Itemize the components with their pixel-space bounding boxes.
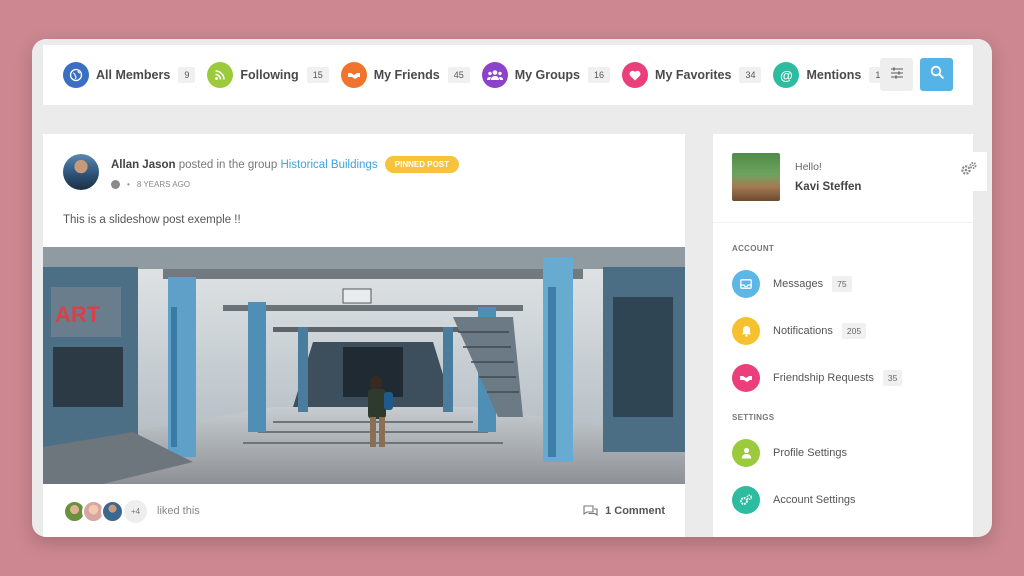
user-avatar[interactable] bbox=[732, 153, 780, 201]
sidebar-item-account-settings[interactable]: Account Settings bbox=[732, 486, 856, 514]
greeting: Hello! bbox=[795, 161, 822, 173]
author-avatar[interactable] bbox=[63, 154, 99, 190]
at-icon: @ bbox=[773, 62, 800, 88]
post-text: This is a slideshow post exemple !! bbox=[63, 214, 241, 226]
app-window: All Members 9 Following 15 My Friends 45… bbox=[32, 39, 992, 537]
filter-my-favorites[interactable]: My Favorites 34 bbox=[622, 62, 762, 88]
liked-this-text: liked this bbox=[157, 505, 200, 517]
filter-all-members[interactable]: All Members 9 bbox=[63, 62, 196, 88]
divider bbox=[713, 222, 973, 223]
filter-my-friends[interactable]: My Friends 45 bbox=[340, 62, 470, 88]
sidebar-item-label: Messages bbox=[773, 278, 824, 290]
post-time: 8 YEARS AGO bbox=[136, 180, 191, 189]
sidebar-item-profile-settings[interactable]: Profile Settings bbox=[732, 439, 847, 467]
post-card: Allan Jason posted in the group Historic… bbox=[43, 134, 685, 537]
sidebar-item-friendship-requests[interactable]: Friendship Requests 35 bbox=[732, 364, 903, 392]
filter-following[interactable]: Following 15 bbox=[207, 62, 329, 88]
abandoned-factory-photo: ART bbox=[43, 247, 685, 484]
filter-count: 15 bbox=[306, 67, 329, 83]
sidebar-item-notifications[interactable]: Notifications 205 bbox=[732, 317, 867, 345]
handshake-icon bbox=[340, 62, 367, 88]
post-timestamp-row: • 8 YEARS AGO bbox=[111, 180, 190, 189]
gears-icon bbox=[960, 161, 978, 182]
separator-dot: • bbox=[127, 180, 130, 189]
sidebar-item-count: 205 bbox=[841, 323, 867, 339]
account-sidebar: Hello! Kavi Steffen ACCOUNT Messages 75 … bbox=[713, 134, 987, 537]
liker-avatar[interactable] bbox=[101, 499, 124, 523]
users-icon bbox=[481, 62, 508, 88]
heart-icon bbox=[622, 62, 649, 88]
settings-gear-button[interactable] bbox=[951, 152, 987, 191]
more-likers-count[interactable]: +4 bbox=[124, 499, 147, 523]
sidebar-item-count: 35 bbox=[882, 370, 903, 386]
post-header: Allan Jason posted in the group Historic… bbox=[111, 156, 460, 173]
members-filter-bar: All Members 9 Following 15 My Friends 45… bbox=[43, 45, 973, 105]
author-name-link[interactable]: Allan Jason bbox=[111, 159, 176, 171]
filter-label: Following bbox=[240, 68, 299, 82]
globe-icon bbox=[63, 62, 89, 88]
gears-icon bbox=[732, 486, 760, 514]
filter-label: My Favorites bbox=[655, 68, 732, 82]
sidebar-item-label: Profile Settings bbox=[773, 447, 847, 459]
pinned-post-badge: PINNED POST bbox=[384, 156, 460, 173]
slideshow-image[interactable]: ART bbox=[43, 247, 685, 484]
filter-label: Mentions bbox=[806, 68, 862, 82]
filter-label: My Friends bbox=[373, 68, 440, 82]
comments-count: 1 Comment bbox=[605, 505, 665, 517]
sidebar-item-label: Notifications bbox=[773, 325, 833, 337]
filter-label: My Groups bbox=[514, 68, 581, 82]
settings-section-heading: SETTINGS bbox=[732, 413, 775, 422]
post-footer: +4 liked this 1 Comment bbox=[63, 499, 665, 523]
account-section-heading: ACCOUNT bbox=[732, 244, 775, 253]
filter-settings-button[interactable] bbox=[880, 58, 913, 91]
sidebar-item-label: Account Settings bbox=[773, 494, 856, 506]
post-action-text: posted in the group bbox=[178, 159, 278, 171]
search-button[interactable] bbox=[920, 58, 953, 91]
svg-text:ART: ART bbox=[55, 302, 101, 327]
filter-count: 34 bbox=[739, 67, 762, 83]
filter-count: 45 bbox=[447, 67, 470, 83]
handshake-icon bbox=[732, 364, 760, 392]
filter-label: All Members bbox=[96, 68, 171, 82]
user-name[interactable]: Kavi Steffen bbox=[795, 181, 861, 193]
sidebar-item-count: 75 bbox=[832, 276, 852, 292]
sliders-icon bbox=[890, 66, 904, 84]
globe-icon bbox=[111, 180, 120, 189]
bell-icon bbox=[732, 317, 760, 345]
inbox-icon bbox=[732, 270, 760, 298]
rss-icon bbox=[207, 62, 234, 88]
filter-count: 16 bbox=[588, 67, 611, 83]
sidebar-item-messages[interactable]: Messages 75 bbox=[732, 270, 852, 298]
search-icon bbox=[930, 65, 944, 84]
filter-count: 9 bbox=[178, 67, 196, 83]
sidebar-item-label: Friendship Requests bbox=[773, 372, 874, 384]
comments-link[interactable]: 1 Comment bbox=[583, 505, 665, 517]
filter-mentions[interactable]: @ Mentions 10 bbox=[773, 62, 892, 88]
user-icon bbox=[732, 439, 760, 467]
group-link[interactable]: Historical Buildings bbox=[280, 159, 377, 171]
comment-icon bbox=[583, 505, 598, 517]
filter-my-groups[interactable]: My Groups 16 bbox=[481, 62, 611, 88]
